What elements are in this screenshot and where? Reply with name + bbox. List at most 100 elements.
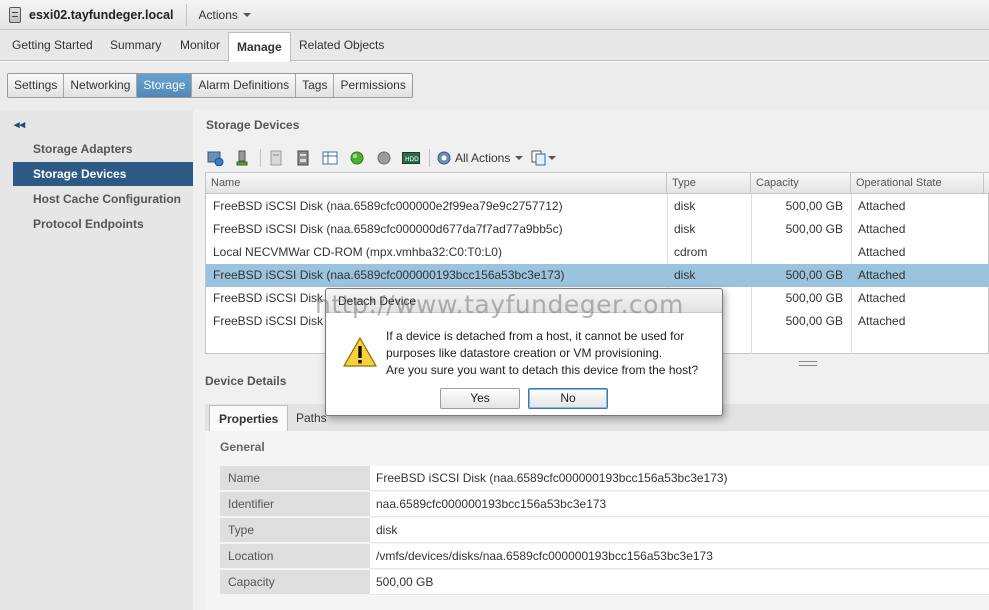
property-key: Identifier	[220, 492, 370, 517]
export-menu[interactable]	[531, 150, 557, 166]
property-key: Type	[220, 518, 370, 543]
cell-name: Local NECVMWar CD-ROM (mpx.vmhba32:C0:T0…	[213, 245, 502, 259]
attach-icon[interactable]	[233, 150, 251, 166]
cell-type: disk	[674, 199, 696, 213]
actions-label: Actions	[198, 7, 238, 22]
cell-capacity: 500,00 GB	[785, 222, 843, 236]
cell-capacity: 500,00 GB	[785, 314, 843, 328]
property-row: Capacity 500,00 GB	[220, 570, 989, 596]
main-tabs: Getting Started Summary Monitor Manage R…	[0, 30, 989, 64]
property-value: /vmfs/devices/disks/naa.6589cfc000000193…	[370, 544, 989, 569]
divider	[185, 3, 187, 26]
chevron-down-icon	[515, 156, 524, 160]
nav-item-storage-devices[interactable]: Storage Devices	[13, 162, 193, 186]
cell-state: Attached	[858, 291, 906, 305]
storage-devices-title: Storage Devices	[206, 118, 300, 132]
subtab-alarm-definitions[interactable]: Alarm Definitions	[192, 74, 297, 97]
cell-state: Attached	[858, 199, 906, 213]
led-off-icon[interactable]	[375, 150, 393, 166]
cell-state: Attached	[858, 314, 906, 328]
tab-properties[interactable]: Properties	[209, 405, 289, 432]
sub-tabs-bar: Settings Networking Storage Alarm Defini…	[0, 62, 989, 110]
svg-text:HDD: HDD	[405, 156, 419, 163]
cell-type: disk	[674, 222, 696, 236]
nav-item-host-cache-configuration[interactable]: Host Cache Configuration	[13, 187, 193, 211]
sub-tabs: Settings Networking Storage Alarm Defini…	[7, 73, 413, 98]
splitter-handle[interactable]	[799, 361, 817, 366]
host-icon	[9, 6, 21, 23]
cell-state: Attached	[858, 245, 906, 259]
cell-name: FreeBSD iSCSI Disk (naa.6589cfc000000d67…	[213, 222, 563, 236]
tab-getting-started[interactable]: Getting Started	[12, 30, 93, 61]
subtab-tags[interactable]: Tags	[296, 74, 335, 97]
cell-state: Attached	[858, 268, 906, 282]
tab-monitor[interactable]: Monitor	[180, 30, 220, 61]
rescan-storage-icon[interactable]	[206, 150, 224, 166]
detach-device-dialog: Detach Device If a device is detached fr…	[325, 288, 723, 416]
no-button[interactable]: No	[528, 388, 608, 409]
general-section-title: General	[220, 440, 265, 454]
detach-icon[interactable]	[267, 150, 285, 166]
property-value: naa.6589cfc000000193bcc156a53bc3e173	[370, 492, 989, 517]
dialog-message-line1: If a device is detached from a host, it …	[386, 329, 685, 343]
divider	[429, 149, 430, 167]
table-icon[interactable]	[321, 150, 339, 166]
column-header-name[interactable]: Name	[206, 173, 667, 194]
host-title: esxi02.tayfundeger.local	[29, 7, 174, 22]
cell-capacity: 500,00 GB	[785, 268, 843, 282]
cell-name: FreeBSD iSCSI Disk (naa.6589cfc000000e2f…	[213, 199, 563, 213]
column-header-capacity[interactable]: Capacity	[751, 173, 851, 194]
property-row: Location /vmfs/devices/disks/naa.6589cfc…	[220, 544, 989, 570]
title-bar: esxi02.tayfundeger.local Actions	[0, 0, 989, 30]
left-nav-panel: ◂◂ Storage Adapters Storage Devices Host…	[0, 110, 193, 610]
gear-icon	[437, 151, 451, 165]
copy-icon	[531, 150, 546, 166]
table-row[interactable]: FreeBSD iSCSI Disk (naa.6589cfc000000e2f…	[206, 195, 989, 218]
property-value: disk	[370, 518, 989, 543]
led-on-icon[interactable]	[348, 150, 366, 166]
tab-manage[interactable]: Manage	[228, 32, 291, 64]
all-actions-menu[interactable]: All Actions	[436, 150, 524, 166]
chevron-down-icon	[548, 156, 557, 160]
device-details-title: Device Details	[205, 374, 287, 388]
nav-item-storage-adapters[interactable]: Storage Adapters	[13, 137, 193, 161]
chevron-down-icon	[242, 13, 251, 18]
cell-capacity: 500,00 GB	[785, 199, 843, 213]
table-row[interactable]: FreeBSD iSCSI Disk (naa.6589cfc000000d67…	[206, 218, 989, 241]
table-row-selected[interactable]: FreeBSD iSCSI Disk (naa.6589cfc000000193…	[206, 264, 989, 287]
cell-capacity: 500,00 GB	[785, 291, 843, 305]
cell-name: FreeBSD iSCSI Disk (naa.6589cfc000000193…	[213, 268, 565, 282]
hdd-icon[interactable]: HDD	[402, 150, 420, 166]
subtab-settings[interactable]: Settings	[8, 74, 65, 97]
tab-related-objects[interactable]: Related Objects	[299, 30, 384, 61]
disk-icon[interactable]	[294, 150, 312, 166]
subtab-permissions[interactable]: Permissions	[334, 74, 412, 97]
divider	[260, 149, 261, 167]
property-key: Name	[220, 466, 370, 491]
property-key: Location	[220, 544, 370, 569]
dialog-title: Detach Device	[326, 289, 722, 313]
actions-menu[interactable]: Actions	[199, 8, 251, 22]
property-key: Capacity	[220, 570, 370, 595]
subtab-networking[interactable]: Networking	[64, 74, 138, 97]
subtab-storage[interactable]: Storage	[137, 74, 193, 97]
dialog-message-line3: Are you sure you want to detach this dev…	[386, 363, 699, 377]
collapse-icon[interactable]: ◂◂	[14, 118, 25, 131]
table-row[interactable]: Local NECVMWar CD-ROM (mpx.vmhba32:C0:T0…	[206, 241, 989, 264]
cell-capacity	[751, 241, 851, 264]
table-header: Name Type Capacity Operational State	[206, 173, 989, 194]
warning-icon	[343, 337, 377, 367]
column-header-type[interactable]: Type	[667, 173, 751, 194]
all-actions-label: All Actions	[455, 151, 511, 165]
cell-type: disk	[674, 268, 696, 282]
column-header-operational-state[interactable]: Operational State	[851, 173, 984, 194]
tab-summary[interactable]: Summary	[110, 30, 161, 61]
nav-item-protocol-endpoints[interactable]: Protocol Endpoints	[13, 212, 193, 236]
cell-state: Attached	[858, 222, 906, 236]
dialog-message-line2: purposes like datastore creation or VM p…	[386, 346, 663, 360]
yes-button[interactable]: Yes	[440, 388, 520, 409]
cell-type: cdrom	[674, 245, 708, 259]
property-row: Identifier naa.6589cfc000000193bcc156a53…	[220, 492, 989, 518]
property-value: 500,00 GB	[370, 570, 989, 595]
property-value: FreeBSD iSCSI Disk (naa.6589cfc000000193…	[370, 466, 989, 491]
